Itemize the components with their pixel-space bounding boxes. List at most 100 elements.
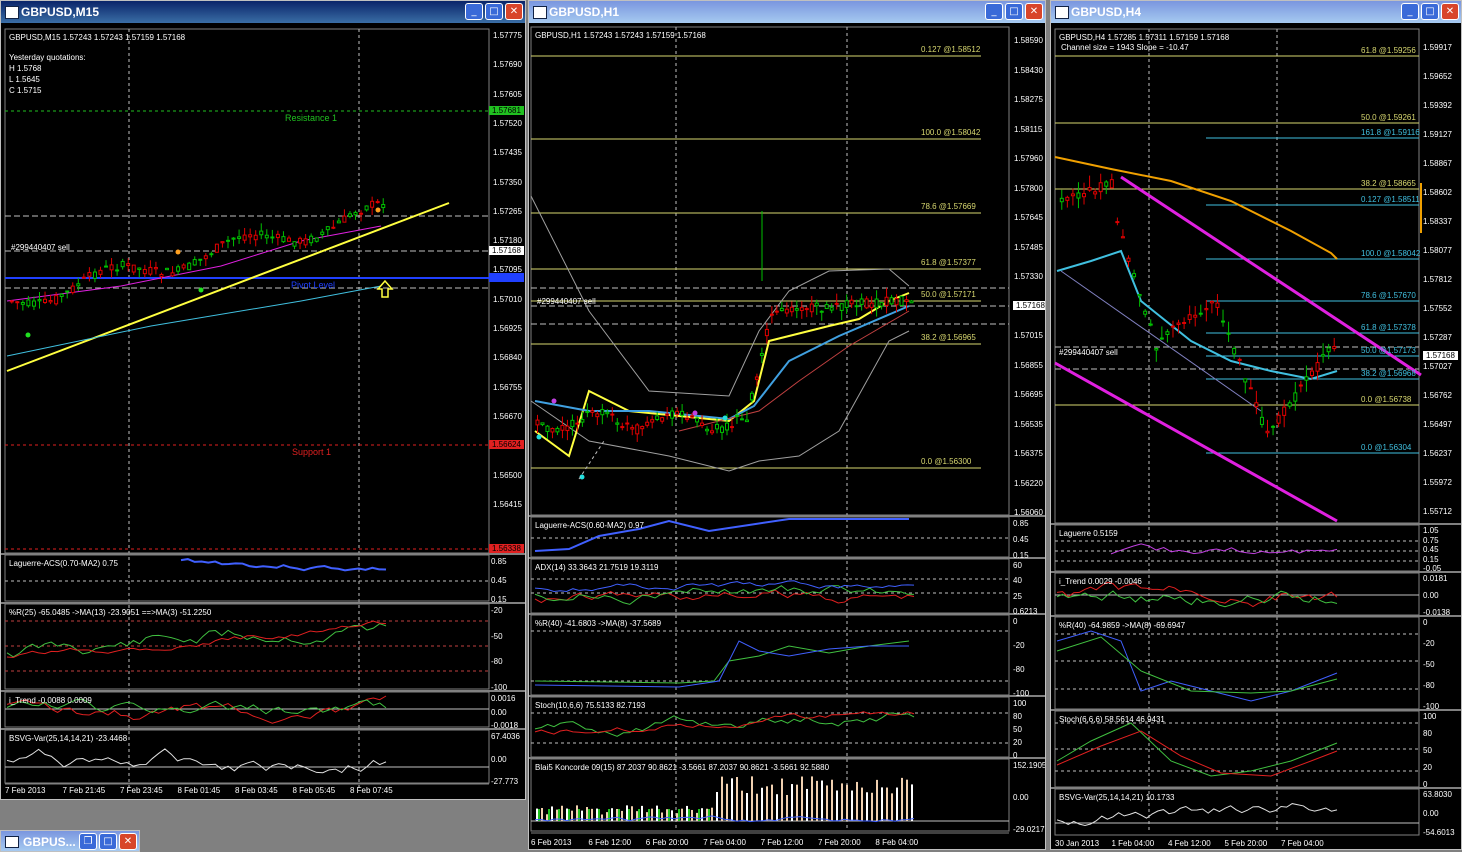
time-tick: 6 Feb 12:00 xyxy=(588,838,632,847)
candle-body xyxy=(37,299,42,302)
candle-body xyxy=(104,265,109,268)
fibonacci-label: 38.2 @1.58665 xyxy=(1361,179,1416,188)
indicator-tick: -54.6013 xyxy=(1423,828,1455,837)
indicator-tick: 0.00 xyxy=(1013,793,1029,802)
minimized-chart-window[interactable]: GBPUS... ❐ □ ✕ xyxy=(0,830,140,852)
m15-chart-canvas[interactable] xyxy=(1,1,526,800)
candle-body xyxy=(625,422,630,425)
price-tick: 1.56855 xyxy=(1014,360,1043,370)
candle-body xyxy=(675,410,680,415)
price-tick: 1.56500 xyxy=(493,470,522,480)
chart-window-m15[interactable]: GBPUSD,M15 _ □ ✕ GBPUSD,M15 1.57243 1.57… xyxy=(0,0,526,800)
candle-body xyxy=(680,410,685,416)
candle-body xyxy=(540,422,545,426)
candle-body xyxy=(1132,273,1137,278)
indicator-tick: 0 xyxy=(1013,617,1018,626)
time-tick: 1 Feb 04:00 xyxy=(1111,839,1155,848)
indicator-tick: -100 xyxy=(1423,702,1440,711)
price-tick: 1.57435 xyxy=(493,148,522,158)
candle-body xyxy=(1087,186,1092,191)
price-tick: 1.56755 xyxy=(493,382,522,392)
candle-body xyxy=(610,413,615,416)
candle-body xyxy=(874,298,879,309)
price-tick: 1.55972 xyxy=(1423,478,1452,487)
indicator-label: BSVG-Var(25,14,14,21) -23.4468 xyxy=(9,734,128,743)
indicator-tick: 25 xyxy=(1013,591,1022,601)
candle-body xyxy=(710,430,715,434)
pivot-price-tag: 1.57052 xyxy=(489,273,524,282)
candle-body xyxy=(237,236,242,239)
chart-header: GBPUSD,H1 1.57243 1.57243 1.57159 1.5716… xyxy=(535,31,706,40)
candle-body xyxy=(849,299,854,305)
price-tick: 1.59392 xyxy=(1423,101,1452,110)
candle-body xyxy=(615,422,620,425)
indicator-tick: 80 xyxy=(1013,712,1022,721)
time-tick: 5 Feb 20:00 xyxy=(1224,839,1268,848)
candle-body xyxy=(555,427,560,433)
price-tick: 1.57690 xyxy=(493,60,522,70)
candle-body xyxy=(259,230,264,236)
price-tick: 1.58115 xyxy=(1014,124,1043,134)
candle-body xyxy=(159,273,164,278)
candle-body xyxy=(824,304,829,310)
candle-body xyxy=(734,414,739,417)
support-label: Support 1 xyxy=(292,447,332,457)
candle-body xyxy=(769,313,774,316)
indicator-tick: 0.15 xyxy=(1013,551,1029,560)
candle-body xyxy=(381,204,386,209)
price-tick: 1.57015 xyxy=(1014,331,1043,340)
indicator-tick: 0.75 xyxy=(1423,535,1439,545)
main-pane-border xyxy=(4,28,490,554)
maximize-button[interactable]: □ xyxy=(99,833,117,850)
chart-window-h1[interactable]: GBPUSD,H1 _ □ ✕ GBPUSD,H1 1.57243 1.5724… xyxy=(528,0,1046,850)
fibonacci-label: 0.127 @1.58511 xyxy=(1361,195,1420,204)
price-tick: 1.57027 xyxy=(1423,362,1452,371)
candle-body xyxy=(690,415,695,418)
indicator-label: Stoch(6,6,6) 58.5614 46.9431 xyxy=(1059,715,1165,724)
indicator-tick: -27.773 xyxy=(491,777,519,786)
candle-body xyxy=(120,260,125,268)
candle-body xyxy=(1309,370,1314,377)
indicator-tick: -80 xyxy=(1013,665,1025,674)
indicator-tick: 0 xyxy=(1013,751,1018,760)
fibonacci-label: 0.0 @1.56738 xyxy=(1361,395,1412,404)
price-tick: 1.57010 xyxy=(493,294,522,304)
candle-body xyxy=(630,427,635,430)
indicator-tick: 20 xyxy=(1423,763,1432,772)
candle-body xyxy=(248,234,253,238)
candle-body xyxy=(1271,425,1276,428)
candle-body xyxy=(176,266,181,272)
candle-body xyxy=(560,424,565,431)
close-button[interactable]: ✕ xyxy=(119,833,137,850)
candle-body xyxy=(854,305,859,308)
price-tick: 1.56237 xyxy=(1423,449,1452,458)
candle-body xyxy=(347,213,352,217)
candle-body xyxy=(1137,293,1142,297)
fibonacci-label: 78.6 @1.57670 xyxy=(1361,291,1416,300)
candle-body xyxy=(1282,406,1287,416)
candle-body xyxy=(1248,387,1253,390)
indicator-tick: 0.00 xyxy=(1423,809,1439,818)
indicator-tick: 20 xyxy=(1013,738,1022,747)
price-tick: 1.55712 xyxy=(1423,507,1452,516)
price-tick: 1.56670 xyxy=(493,411,522,421)
candle-body xyxy=(1287,402,1292,407)
chart-window-h4[interactable]: GBPUSD,H4 _ □ ✕ GBPUSD,H4 1.57285 1.5731… xyxy=(1050,0,1462,850)
indicator-tick: 0.6213 xyxy=(1013,607,1038,616)
yesterday-close: C 1.5715 xyxy=(9,86,42,95)
candle-body xyxy=(1154,348,1159,351)
indicator-label: Laguerre-ACS(0.70-MA2) 0.75 xyxy=(9,559,118,568)
indicator-tick: -0.0018 xyxy=(491,721,519,730)
candle-body xyxy=(1082,193,1087,198)
candle-body xyxy=(370,200,375,208)
signal-dot xyxy=(375,207,381,213)
candle-body xyxy=(359,212,364,215)
restore-button[interactable]: ❐ xyxy=(79,833,97,850)
candle-body xyxy=(76,283,81,287)
candle-body xyxy=(545,425,550,433)
price-tick: 1.58867 xyxy=(1423,159,1452,168)
candle-body xyxy=(695,417,700,423)
indicator-label: %R(40) -64.9859 ->MA(8) -69.6947 xyxy=(1059,621,1186,630)
candle-body xyxy=(286,237,291,242)
candle-body xyxy=(550,428,555,433)
